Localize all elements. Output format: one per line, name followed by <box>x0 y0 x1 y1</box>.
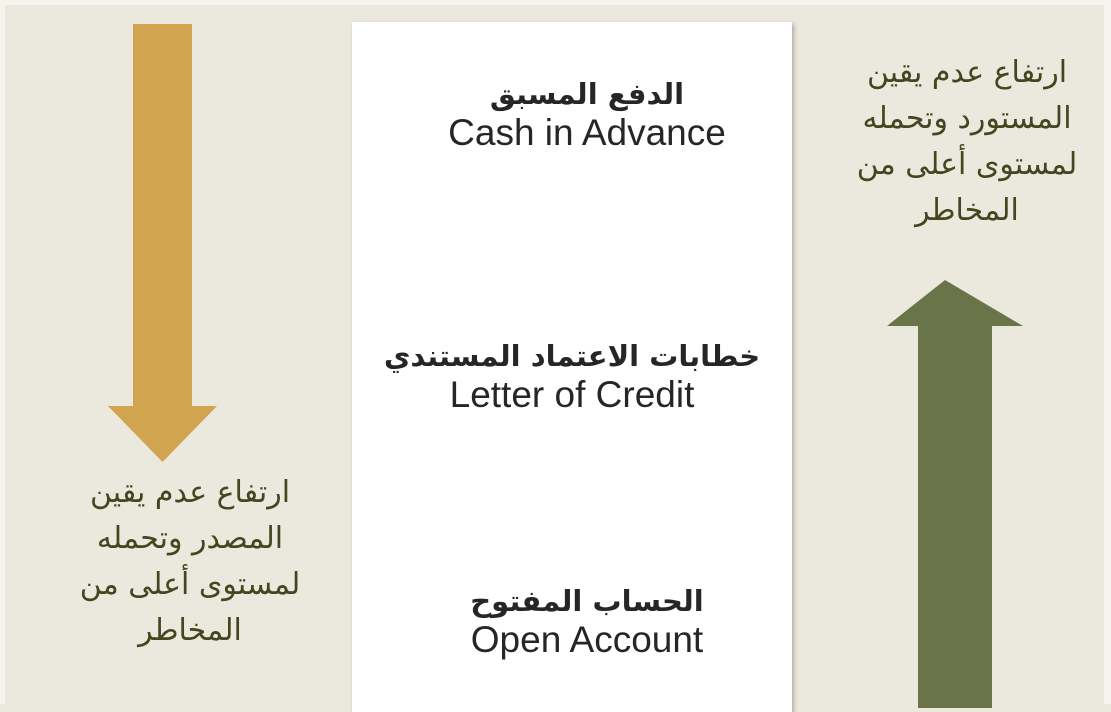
method-english-label: Open Account <box>470 619 704 661</box>
method-english-label: Cash in Advance <box>448 112 726 154</box>
text-line: لمستوى أعلى من <box>79 567 301 602</box>
exporter-risk-text: ارتفاع عدم يقين المصدر وتحمله لمستوى أعل… <box>40 470 340 654</box>
text-line: المصدر وتحمله <box>96 521 284 556</box>
text-line: ارتفاع عدم يقين <box>89 475 291 510</box>
method-arabic-label: خطابات الاعتماد المستندي <box>383 339 761 373</box>
method-arabic-label: الدفع المسبق <box>489 77 685 111</box>
down-arrow-shape <box>108 24 217 462</box>
down-arrow-icon <box>108 24 217 462</box>
method-letter-of-credit: خطابات الاعتماد المستندي Letter of Credi… <box>352 339 792 418</box>
text-line: المخاطر <box>138 613 242 648</box>
method-open-account: الحساب المفتوح Open Account <box>352 584 792 663</box>
up-arrow-shape <box>887 280 1023 708</box>
text-line: المستورد وتحمله <box>862 101 1072 136</box>
text-line: لمستوى أعلى من <box>856 147 1078 182</box>
up-arrow-icon <box>887 280 1023 708</box>
importer-risk-text: ارتفاع عدم يقين المستورد وتحمله لمستوى أ… <box>822 50 1111 234</box>
method-arabic-label: الحساب المفتوح <box>470 584 704 618</box>
text-line: ارتفاع عدم يقين <box>866 55 1068 90</box>
text-line: المخاطر <box>915 193 1019 228</box>
method-english-label: Letter of Credit <box>449 374 695 416</box>
method-cash-in-advance: الدفع المسبق Cash in Advance <box>352 77 792 156</box>
